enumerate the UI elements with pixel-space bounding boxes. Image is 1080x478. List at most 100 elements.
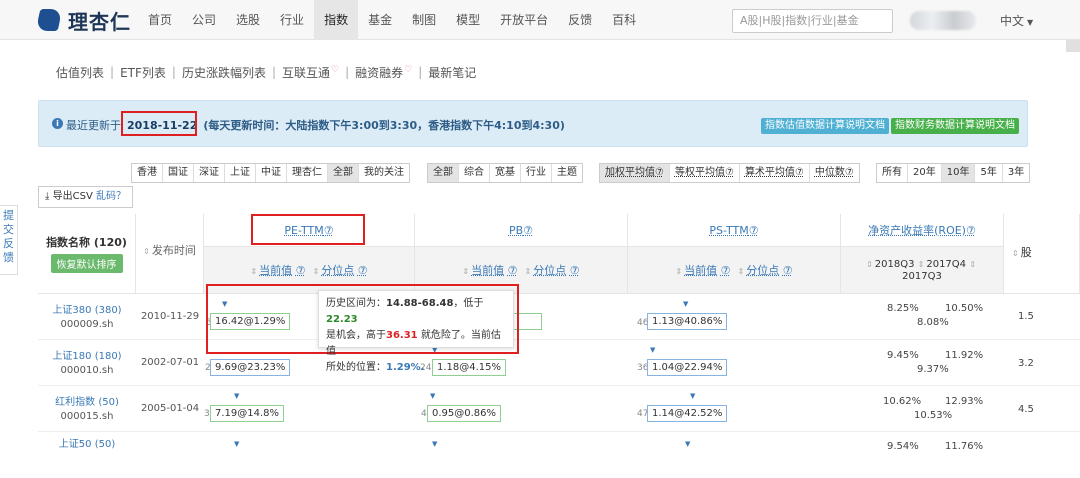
pb-percentile-sort[interactable]: 分位点 [533,264,566,277]
market-filter: 香港 国证 深证 上证 中证 理杏仁 全部 我的关注 [131,163,410,183]
nav-fund[interactable]: 基金 [358,0,402,40]
feedback-side-tab[interactable]: 提交反馈 [0,205,18,275]
pe-percentile-sort[interactable]: 分位点 [321,264,354,277]
logo[interactable]: 理杏仁 [35,8,131,34]
pe-value[interactable]: 7.19@14.8% [210,405,285,422]
filter-market-zhongzheng[interactable]: 中证 [256,164,287,182]
index-name-cell[interactable]: 上证180 (180) 000010.sh [38,340,136,386]
filter-category-industry[interactable]: 行业 [521,164,552,182]
filter-period-3y[interactable]: 3年 [1003,164,1029,182]
avatar[interactable] [910,11,976,30]
filter-category-all[interactable]: 全部 [428,164,459,182]
nav-open-platform[interactable]: 开放平台 [490,0,558,40]
subnav-history-change[interactable]: 历史涨跌幅列表 [176,64,272,81]
table-row[interactable]: 上证50 (50) ▼ ▼ ▼ 9.54% 11.76% [38,432,1080,452]
filter-method-weighted[interactable]: 加权平均值⑦ [600,164,670,182]
sort-icon: ⇕ [675,267,683,276]
filter-market-lixingren[interactable]: 理杏仁 [287,164,328,182]
filter-market-all[interactable]: 全部 [328,164,359,182]
filter-market-guozheng[interactable]: 国证 [163,164,194,182]
index-name[interactable]: 上证50 [59,439,92,450]
subnav-latest-notes[interactable]: 最新笔记 [422,64,482,81]
tooltip-line-1: 历史区间为：14.88-68.48，低于 22.23 [326,296,506,328]
language-selector[interactable]: 中文 ▼ [1000,12,1033,29]
filter-market-hk[interactable]: 香港 [132,164,163,182]
index-name-cell[interactable]: 红利指数 (50) 000015.sh [38,386,136,432]
header-ps-ttm[interactable]: PS-TTM⑦ [628,214,841,247]
garbled-help-link[interactable]: 乱码？ [96,191,126,202]
filter-category-broad[interactable]: 宽基 [490,164,521,182]
reset-sort-button[interactable]: 恢复默认排序 [50,254,123,273]
index-name[interactable]: 上证180 [52,351,91,362]
nav-industry[interactable]: 行业 [270,0,314,40]
index-name-cell[interactable]: 上证50 (50) [38,432,136,478]
subnav-valuation-list[interactable]: 估值列表 [50,64,110,81]
nav-chart[interactable]: 制图 [402,0,446,40]
filter-period-5y[interactable]: 5年 [975,164,1003,182]
header-next-col[interactable]: ⇕ 股 [1004,214,1080,294]
roe-header: 净资产收益率(ROE) [868,224,966,237]
nav-model[interactable]: 模型 [446,0,490,40]
language-label: 中文 [1000,14,1025,28]
marker-icon: ▼ [432,440,438,448]
filter-period-all[interactable]: 所有 [877,164,908,182]
filter-method-arith[interactable]: 算术平均值⑦ [740,164,810,182]
nav-index[interactable]: 指数 [314,0,359,40]
export-csv-button[interactable]: ⤓ 导出CSV 乱码？ [38,186,133,208]
marker-icon: ▼ [685,440,691,448]
index-name-header: 指数名称 (120) [46,236,127,249]
pb-value[interactable]: 0.95@0.86% [427,405,502,422]
ps-percentile-sort[interactable]: 分位点 [746,264,779,277]
sort-icon: ⇕ [737,267,745,276]
subnav-margin[interactable]: 融资融券♡ [349,64,418,81]
tooltip-text: 是机会，高于 [326,330,386,341]
filter-category-theme[interactable]: 主题 [552,164,582,182]
filter-period-10y[interactable]: 10年 [941,164,976,182]
next-col-value: 3.2 [1018,358,1034,369]
table-row[interactable]: 上证380 (380) 000009.sh 2010-11-29 59 ▼ 16… [38,294,1080,340]
sub-nav: 估值列表 | ETF列表 | 历史涨跌幅列表 | 互联互通♡ | 融资融券♡ |… [50,62,482,82]
nav-feedback[interactable]: 反馈 [558,0,602,40]
filter-category-composite[interactable]: 综合 [459,164,490,182]
filter-period-20y[interactable]: 20年 [908,164,942,182]
nav-company[interactable]: 公司 [182,0,226,40]
valuation-doc-button[interactable]: 指数估值数据计算说明文档 [761,118,889,134]
update-prefix: 最近更新于 [66,119,121,132]
nav-home[interactable]: 首页 [138,0,182,40]
filter-method-equal[interactable]: 等权平均值⑦ [670,164,740,182]
filter-method-median-label: 中位数 [814,167,845,178]
ps-value[interactable]: 1.04@22.94% [647,359,728,376]
pe-rank: 3 [204,409,210,419]
index-name[interactable]: 红利指数 [55,397,95,408]
header-pb[interactable]: PB⑦ [415,214,628,247]
finance-doc-button[interactable]: 指数财务数据计算说明文档 [891,118,1019,134]
pe-value[interactable]: 9.69@23.23% [210,359,291,376]
table-row[interactable]: 上证180 (180) 000010.sh 2002-07-01 25 9.69… [38,340,1080,386]
header-publish-date[interactable]: ⇕ 发布时间 [136,214,204,294]
roe-q3-2017[interactable]: 2017Q3 [902,271,942,282]
roe-q3-2018[interactable]: 2018Q3 [875,259,915,270]
filter-market-shangzheng[interactable]: 上证 [225,164,256,182]
subnav-etf-list[interactable]: ETF列表 [114,64,172,81]
header-index-name[interactable]: 指数名称 (120) 恢复默认排序 [38,214,136,294]
search-input[interactable]: A股|H股|指数|行业|基金 [732,9,893,33]
header-roe[interactable]: 净资产收益率(ROE)⑦ [841,214,1004,247]
nav-screener[interactable]: 选股 [226,0,270,40]
pe-current-sort[interactable]: 当前值 [259,264,292,277]
index-name-cell[interactable]: 上证380 (380) 000009.sh [38,294,136,340]
filter-method-median[interactable]: 中位数⑦ [810,164,859,182]
ps-current-sort[interactable]: 当前值 [684,264,717,277]
index-name[interactable]: 上证380 [52,305,91,316]
nav-wiki[interactable]: 百科 [602,0,646,40]
roe-2018q3: 9.45% [887,350,919,361]
filter-market-watchlist[interactable]: 我的关注 [359,164,409,182]
table-row[interactable]: 红利指数 (50) 000015.sh 2005-01-04 3 ▼ 7.19@… [38,386,1080,432]
ps-value[interactable]: 1.13@40.86% [647,313,728,330]
pb-current-sort[interactable]: 当前值 [471,264,504,277]
roe-q4-2017[interactable]: 2017Q4 [926,259,966,270]
subnav-connect[interactable]: 互联互通♡ [276,64,345,81]
help-icon: ⑦ [720,264,731,277]
help-icon: ⑦ [748,224,759,237]
ps-value[interactable]: 1.14@42.52% [647,405,728,422]
filter-market-shenzheng[interactable]: 深证 [194,164,225,182]
